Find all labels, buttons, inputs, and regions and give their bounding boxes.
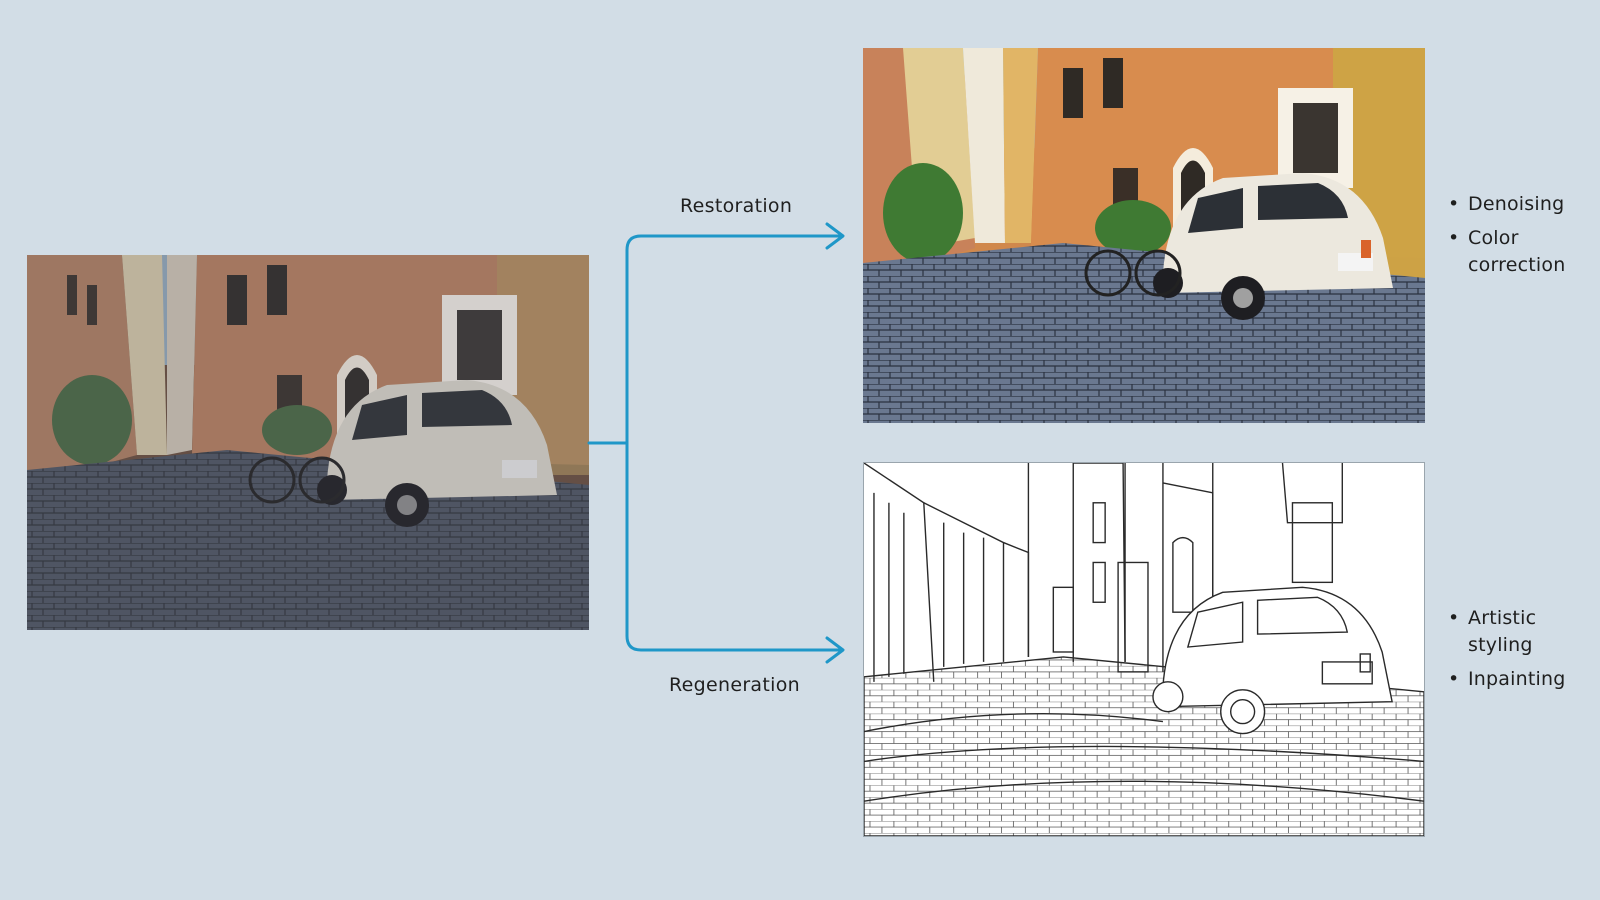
restored-street-photo-image — [863, 48, 1425, 423]
bullet-denoising: Denoising — [1446, 191, 1596, 218]
regenerated-sketch-drawing — [864, 463, 1424, 836]
regeneration-connector-line — [625, 441, 842, 652]
restored-street-photo — [863, 48, 1425, 423]
restoration-bullet-list: Denoising Color correction — [1446, 191, 1596, 286]
bullet-inpainting: Inpainting — [1446, 666, 1596, 693]
input-street-photo — [27, 255, 589, 630]
regeneration-bullet-list: Artistic styling Inpainting — [1446, 605, 1596, 700]
regeneration-arrow-icon — [825, 636, 845, 664]
restoration-label: Restoration — [680, 195, 793, 217]
regenerated-sketch-image — [863, 462, 1425, 837]
input-street-photo-image — [27, 255, 589, 630]
restoration-arrow-icon — [825, 222, 845, 250]
restoration-connector-line — [625, 234, 842, 445]
regeneration-label: Regeneration — [669, 674, 800, 696]
bullet-artistic-styling: Artistic styling — [1446, 605, 1596, 659]
bullet-color-correction: Color correction — [1446, 225, 1596, 279]
